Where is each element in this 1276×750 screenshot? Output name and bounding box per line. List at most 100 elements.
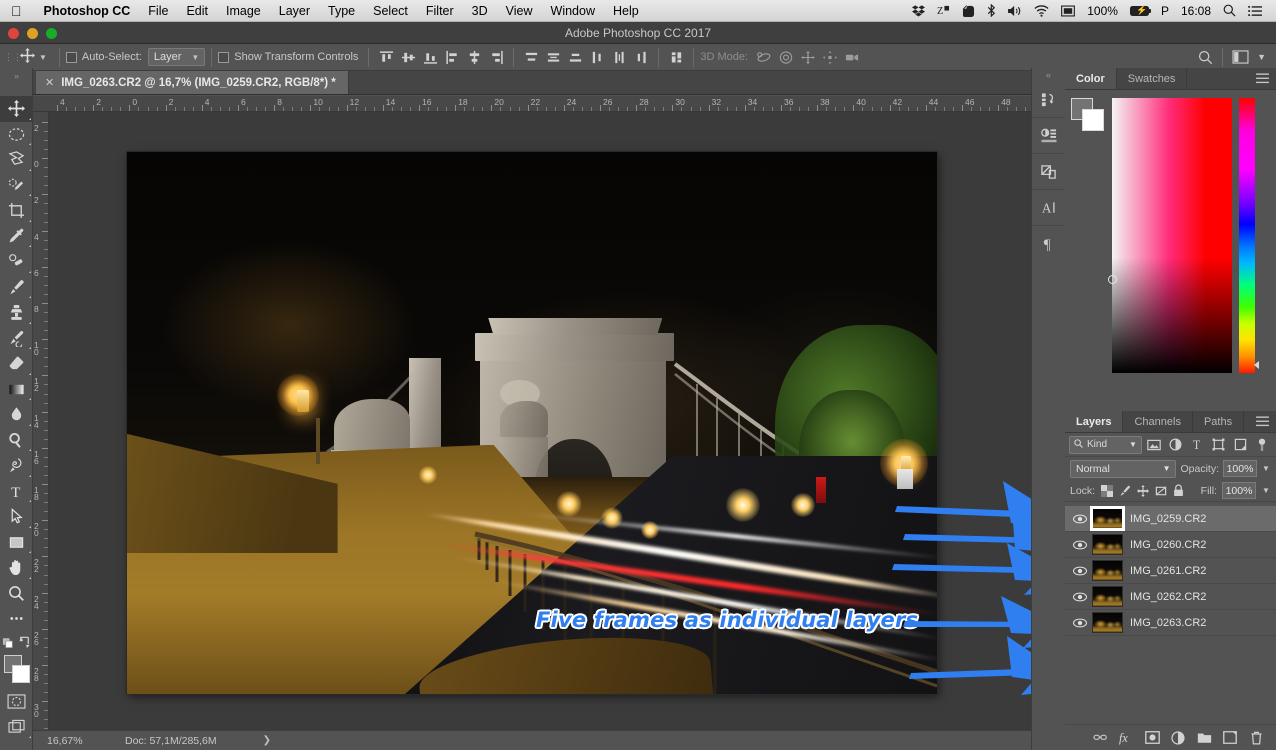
input-source-icon[interactable] xyxy=(1055,4,1081,17)
libraries-panel-icon[interactable] xyxy=(1032,154,1065,190)
zoom-level-field[interactable]: 16,67% xyxy=(45,735,97,747)
default-and-swap-colors[interactable] xyxy=(0,632,33,652)
properties-panel-icon[interactable] xyxy=(1032,118,1065,154)
eye-icon[interactable] xyxy=(1069,592,1091,602)
history-brush-tool[interactable] xyxy=(0,326,33,352)
character-panel-icon[interactable]: A xyxy=(1032,190,1065,226)
volume-icon[interactable] xyxy=(1002,5,1028,17)
clone-stamp-tool[interactable] xyxy=(0,300,33,326)
align-left-edges-icon[interactable] xyxy=(441,47,463,67)
menu-window[interactable]: Window xyxy=(542,0,604,22)
eyedropper-tool[interactable] xyxy=(0,224,33,250)
type-filter-icon[interactable]: T xyxy=(1187,435,1207,454)
lock-all-icon[interactable] xyxy=(1172,484,1185,498)
document-tab[interactable]: ✕ IMG_0263.CR2 @ 16,7% (IMG_0259.CR2, RG… xyxy=(36,71,349,94)
zoom-tool[interactable] xyxy=(0,581,33,607)
options-bar-grip[interactable]: ⋮⋮ xyxy=(4,52,22,63)
auto-select-checkbox[interactable] xyxy=(65,51,77,63)
layer-name[interactable]: IMG_0260.CR2 xyxy=(1130,539,1206,551)
auto-align-layers-icon[interactable] xyxy=(665,47,687,67)
menu-image[interactable]: Image xyxy=(217,0,270,22)
lock-artboard-nesting-icon[interactable] xyxy=(1154,484,1167,498)
dodge-tool[interactable] xyxy=(0,428,33,454)
layer-name[interactable]: IMG_0259.CR2 xyxy=(1130,513,1206,525)
auto-select-scope-dropdown[interactable]: Layer ▼ xyxy=(147,48,206,66)
tab-swatches[interactable]: Swatches xyxy=(1117,68,1188,89)
lock-image-pixels-icon[interactable] xyxy=(1118,484,1131,498)
smart-object-filter-icon[interactable] xyxy=(1231,435,1251,454)
layer-list[interactable]: IMG_0259.CR2 IMG_0260.CR2 IMG_0261.CR2 I… xyxy=(1065,506,1276,724)
panel-menu-icon[interactable] xyxy=(1249,411,1276,432)
align-right-edges-icon[interactable] xyxy=(485,47,507,67)
quick-selection-tool[interactable] xyxy=(0,173,33,199)
new-adjustment-layer-icon[interactable] xyxy=(1170,730,1186,746)
table-row[interactable]: IMG_0261.CR2 xyxy=(1065,558,1276,584)
menu-bar-clock[interactable]: 16:08 xyxy=(1175,4,1217,18)
crop-tool[interactable] xyxy=(0,198,33,224)
pen-tool[interactable] xyxy=(0,453,33,479)
table-row[interactable]: IMG_0263.CR2 xyxy=(1065,610,1276,636)
minimize-button[interactable] xyxy=(27,27,38,39)
layer-name[interactable]: IMG_0262.CR2 xyxy=(1130,591,1206,603)
blend-mode-dropdown[interactable]: Normal ▼ xyxy=(1070,459,1177,478)
color-spectrum-field[interactable] xyxy=(1108,98,1232,373)
canvas-area[interactable]: Five frames as individual layers xyxy=(49,112,1063,730)
distribute-left-edges-icon[interactable] xyxy=(586,47,608,67)
distribute-right-edges-icon[interactable] xyxy=(630,47,652,67)
battery-charging-icon[interactable]: ⚡ xyxy=(1124,5,1155,16)
lock-position-icon[interactable] xyxy=(1136,484,1149,498)
tab-color[interactable]: Color xyxy=(1065,68,1117,89)
close-icon[interactable]: ✕ xyxy=(45,76,54,89)
chevron-down-icon[interactable]: ▼ xyxy=(1261,464,1271,473)
layer-name[interactable]: IMG_0261.CR2 xyxy=(1130,565,1206,577)
distribute-bottom-edges-icon[interactable] xyxy=(564,47,586,67)
chevron-down-icon[interactable]: ▼ xyxy=(39,53,47,62)
zotero-icon[interactable]: Z xyxy=(931,5,956,17)
menu-edit[interactable]: Edit xyxy=(177,0,217,22)
menu-file[interactable]: File xyxy=(139,0,177,22)
link-layers-icon[interactable] xyxy=(1092,730,1108,746)
rectangle-tool[interactable] xyxy=(0,530,33,556)
new-group-icon[interactable] xyxy=(1196,730,1212,746)
filter-toggle-icon[interactable] xyxy=(1252,435,1272,454)
evernote-icon[interactable] xyxy=(956,4,981,17)
hand-tool[interactable] xyxy=(0,555,33,581)
double-chevron-icon[interactable]: » xyxy=(0,71,33,81)
paragraph-panel-icon[interactable]: ¶ xyxy=(1032,226,1065,262)
background-color-swatch[interactable] xyxy=(12,664,30,683)
chevron-down-icon[interactable]: ▼ xyxy=(1253,52,1270,62)
layer-style-fx-icon[interactable]: fx xyxy=(1118,730,1134,746)
distribute-top-edges-icon[interactable] xyxy=(520,47,542,67)
vertical-ruler[interactable]: 202468101214161820222426283032 xyxy=(33,112,49,730)
workspace-icon[interactable] xyxy=(1229,47,1251,67)
align-vertical-centers-icon[interactable] xyxy=(397,47,419,67)
opacity-value[interactable]: 100% xyxy=(1223,460,1257,477)
menu-type[interactable]: Type xyxy=(319,0,364,22)
tab-channels[interactable]: Channels xyxy=(1123,411,1193,432)
menu-layer[interactable]: Layer xyxy=(270,0,319,22)
chevron-down-icon[interactable]: ▼ xyxy=(1261,486,1271,495)
edit-toolbar-button[interactable] xyxy=(0,606,33,632)
menu-select[interactable]: Select xyxy=(364,0,417,22)
chevron-right-icon[interactable]: ❯ xyxy=(263,735,271,746)
healing-brush-tool[interactable] xyxy=(0,249,33,275)
color-panel-swatches[interactable] xyxy=(1071,98,1105,132)
distribute-vertical-centers-icon[interactable] xyxy=(542,47,564,67)
lasso-tool[interactable] xyxy=(0,147,33,173)
eye-icon[interactable] xyxy=(1069,566,1091,576)
tab-paths[interactable]: Paths xyxy=(1193,411,1245,432)
marquee-tool[interactable] xyxy=(0,122,33,148)
layer-thumbnail[interactable] xyxy=(1092,612,1123,633)
menu-filter[interactable]: Filter xyxy=(417,0,463,22)
type-tool[interactable]: T xyxy=(0,479,33,505)
double-chevron-icon[interactable]: « xyxy=(1032,68,1065,82)
background-color-swatch[interactable] xyxy=(1082,109,1104,131)
align-bottom-edges-icon[interactable] xyxy=(419,47,441,67)
menu-app-name[interactable]: Photoshop CC xyxy=(35,0,140,22)
add-layer-mask-icon[interactable] xyxy=(1144,730,1160,746)
layer-thumbnail[interactable] xyxy=(1090,506,1125,531)
layer-thumbnail[interactable] xyxy=(1092,586,1123,607)
table-row[interactable]: IMG_0259.CR2 xyxy=(1065,506,1276,532)
fill-value[interactable]: 100% xyxy=(1222,482,1256,499)
bluetooth-icon[interactable] xyxy=(981,4,1002,17)
